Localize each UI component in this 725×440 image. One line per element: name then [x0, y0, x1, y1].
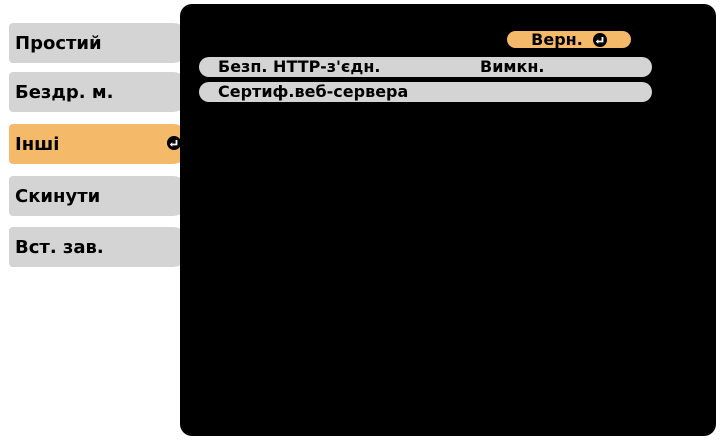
- tab-inshi[interactable]: Інші: [9, 124, 189, 164]
- tab-bezdr-m[interactable]: Бездр. м.: [9, 72, 189, 112]
- menu-item-label: Сертиф.веб-сервера: [218, 82, 409, 101]
- tab-label: Простий: [15, 32, 102, 54]
- back-button[interactable]: Верн.: [507, 30, 631, 49]
- menu-item-value: Вимкн.: [480, 57, 545, 76]
- tab-prostyi[interactable]: Простий: [9, 23, 189, 63]
- sidebar: Простий Бездр. м. Інші Скинути Вст. зав.: [0, 0, 200, 440]
- tab-label: Бездр. м.: [15, 81, 114, 103]
- tab-label: Скинути: [15, 185, 101, 207]
- tab-skynuty[interactable]: Скинути: [9, 176, 189, 216]
- enter-icon: [167, 136, 181, 150]
- tab-label: Інші: [15, 133, 60, 155]
- back-button-label: Верн.: [531, 30, 583, 49]
- menu-item-label: Безп. HTTP-з'єдн.: [218, 57, 381, 76]
- tab-vst-zav[interactable]: Вст. зав.: [9, 227, 189, 267]
- tab-label: Вст. зав.: [15, 236, 104, 258]
- enter-icon: [592, 32, 607, 47]
